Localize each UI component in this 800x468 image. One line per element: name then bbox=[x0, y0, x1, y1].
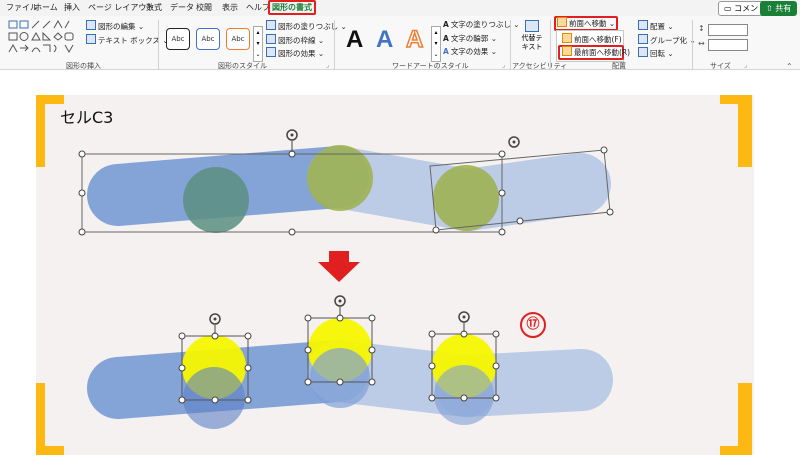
circle-shape-1[interactable] bbox=[183, 167, 249, 233]
circle-shape-2[interactable] bbox=[307, 145, 373, 211]
rotate-handle-icon[interactable] bbox=[458, 311, 470, 332]
down-arrow-icon bbox=[318, 251, 360, 282]
rotate-handle-icon[interactable] bbox=[334, 295, 346, 316]
rotate-handle-icon[interactable] bbox=[508, 136, 520, 148]
rotate-handle-icon[interactable] bbox=[209, 313, 221, 334]
blue-circle-2[interactable] bbox=[310, 348, 370, 408]
rotate-handle-icon[interactable] bbox=[286, 129, 298, 152]
step-number-badge: ⑰ bbox=[520, 312, 546, 338]
bottom-margin bbox=[0, 455, 800, 468]
shapes-layer bbox=[78, 129, 614, 429]
top-shape-group[interactable] bbox=[78, 129, 614, 236]
bottom-shape-group[interactable] bbox=[87, 295, 613, 429]
circle-shape-3[interactable] bbox=[433, 165, 499, 231]
